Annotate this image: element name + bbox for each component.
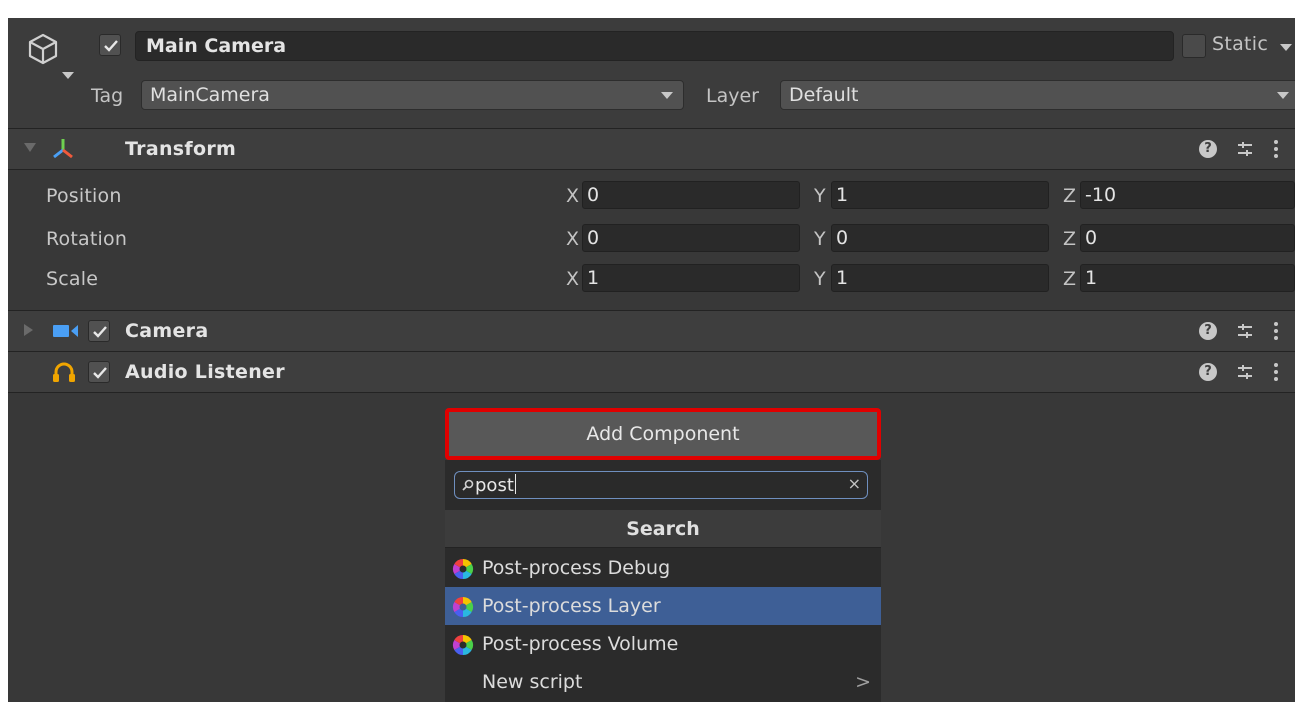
help-icon[interactable]: ? [1199,363,1217,381]
gameobject-name-field[interactable]: Main Camera [135,31,1174,61]
chevron-right-icon: > [855,671,871,693]
add-component-button[interactable]: Add Component [445,408,881,460]
active-checkbox[interactable] [99,34,121,56]
post-process-icon [452,634,474,656]
help-icon[interactable]: ? [1199,140,1217,158]
search-query: post [475,475,514,496]
foldout-collapsed-icon[interactable] [24,324,33,336]
camera-component-header[interactable]: Camera ? [8,311,1295,351]
audio-listener-title: Audio Listener [125,361,285,383]
presets-icon[interactable] [1235,362,1255,382]
axis-y-label[interactable]: Y [814,228,826,250]
list-item-post-process-layer[interactable]: Post-process Layer [445,587,881,625]
property-label: Scale [46,268,99,290]
headphones-icon [53,362,75,382]
item-label: Post-process Volume [482,633,679,655]
divider [8,392,1295,393]
audio-listener-enabled-checkbox[interactable] [88,361,110,383]
chevron-down-icon [1277,92,1289,99]
property-label: Position [46,185,122,207]
more-options-icon[interactable] [1273,363,1279,383]
item-label: New script [482,671,583,693]
transform-header[interactable]: Transform ? [8,129,1295,169]
clear-search-icon[interactable]: × [848,474,861,493]
axis-y-label[interactable]: Y [814,185,826,207]
component-header-actions: ? [1187,321,1287,343]
component-header-actions: ? [1187,362,1287,384]
axis-x-label[interactable]: X [566,268,579,290]
camera-title: Camera [125,320,209,342]
checkmark-icon [104,40,118,52]
component-search-input[interactable]: post × [454,471,868,499]
static-dropdown-caret-icon[interactable] [1280,44,1292,51]
transform-title: Transform [125,138,237,160]
static-label[interactable]: Static [1212,33,1268,55]
list-item-post-process-debug[interactable]: Post-process Debug [445,549,881,587]
item-label: Post-process Debug [482,557,671,579]
add-component-label: Add Component [586,423,740,445]
layer-dropdown[interactable]: Default [780,80,1295,110]
list-item-post-process-volume[interactable]: Post-process Volume [445,625,881,663]
position-y-field[interactable]: 1 [831,181,1049,209]
post-process-icon [452,558,474,580]
rotation-y-field[interactable]: 0 [831,224,1049,252]
position-z-field[interactable]: -10 [1080,181,1295,209]
scale-x-field[interactable]: 1 [582,264,800,292]
chevron-down-icon [661,92,673,99]
icon-dropdown-caret-icon[interactable] [62,72,74,79]
position-x-field[interactable]: 0 [582,181,800,209]
more-options-icon[interactable] [1273,322,1279,342]
camera-icon [53,325,78,337]
transform-axes-icon [53,139,73,159]
presets-icon[interactable] [1235,321,1255,341]
checkmark-icon [93,367,107,379]
inspector-panel: Main Camera Static Tag MainCamera Layer … [8,18,1295,702]
more-options-icon[interactable] [1273,140,1279,160]
checkmark-icon [93,326,107,338]
rotation-z-field[interactable]: 0 [1080,224,1295,252]
tag-label: Tag [91,85,124,107]
list-item-new-script[interactable]: New script > [445,663,881,701]
add-component-popup: post × Search Post-process Debug Post-pr… [445,460,881,702]
audio-listener-component-header[interactable]: Audio Listener ? [8,352,1295,392]
layer-label: Layer [706,85,759,107]
item-label: Post-process Layer [482,595,661,617]
axis-x-label[interactable]: X [566,228,579,250]
scale-z-field[interactable]: 1 [1080,264,1295,292]
text-cursor [514,474,516,494]
help-icon[interactable]: ? [1199,322,1217,340]
foldout-expanded-icon[interactable] [24,143,36,152]
axis-z-label[interactable]: Z [1063,185,1076,207]
component-header-actions: ? [1187,139,1287,161]
post-process-icon [452,596,474,618]
presets-icon[interactable] [1235,139,1255,159]
static-checkbox[interactable] [1182,34,1206,58]
axis-z-label[interactable]: Z [1063,268,1076,290]
gameobject-header: Main Camera Static Tag MainCamera Layer … [8,18,1295,128]
camera-enabled-checkbox[interactable] [88,320,110,342]
search-icon [462,479,474,491]
tag-value: MainCamera [150,84,270,106]
divider [8,169,1295,170]
scale-y-field[interactable]: 1 [831,264,1049,292]
axis-x-label[interactable]: X [566,185,579,207]
popup-section-title: Search [445,510,881,548]
rotation-x-field[interactable]: 0 [582,224,800,252]
tag-dropdown[interactable]: MainCamera [141,80,684,110]
property-label: Rotation [46,228,128,250]
gameobject-cube-icon[interactable] [26,32,60,66]
axis-y-label[interactable]: Y [814,268,826,290]
axis-z-label[interactable]: Z [1063,228,1076,250]
layer-value: Default [789,84,859,106]
